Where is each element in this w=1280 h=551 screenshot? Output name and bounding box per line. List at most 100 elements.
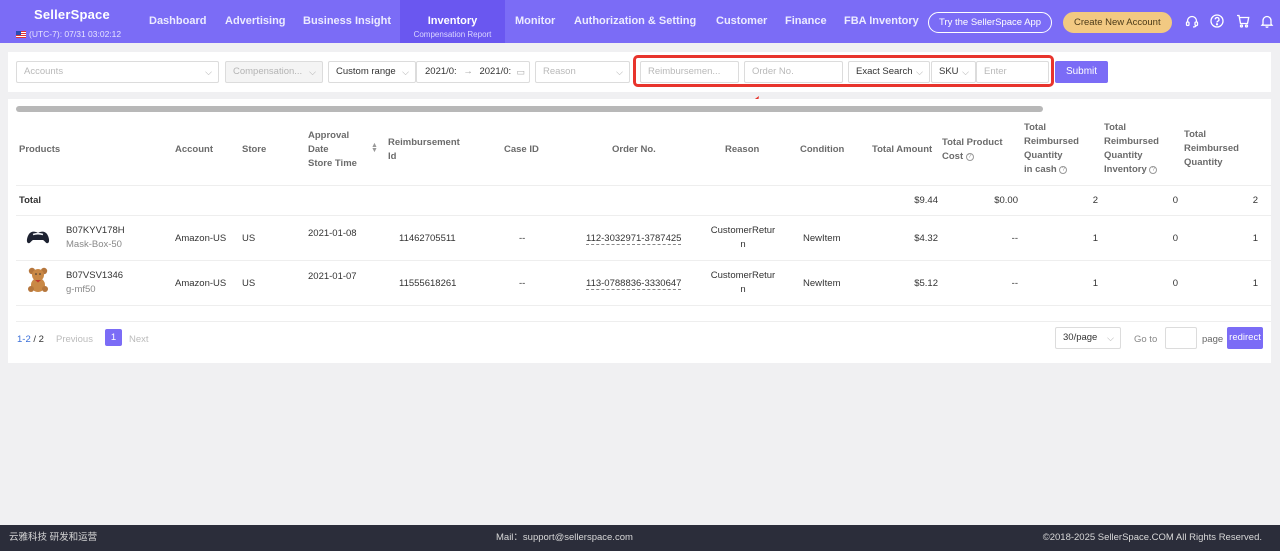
col-header-reimbursement-line1: Reimbursement bbox=[388, 137, 460, 148]
nav-dashboard[interactable]: Dashboard bbox=[149, 15, 206, 27]
page-1-button[interactable]: 1 bbox=[105, 329, 122, 346]
reason-select[interactable]: Reason ⌵ bbox=[535, 61, 630, 83]
divider bbox=[16, 321, 1271, 322]
col-header-qty-total-line1: Total bbox=[1184, 129, 1206, 140]
col-header-case-id: Case ID bbox=[504, 144, 539, 155]
col-header-reimbursement-id: Reimbursement Id bbox=[388, 136, 468, 164]
nav-fba-inventory[interactable]: FBA Inventory bbox=[844, 15, 919, 27]
col-header-qty-cash-line1: Total bbox=[1024, 122, 1046, 133]
row2-condition: NewItem bbox=[803, 278, 841, 289]
row1-order-no[interactable]: 112-3032971-3787425 bbox=[586, 232, 682, 246]
col-header-approval-date[interactable]: Approval Date Store Time bbox=[308, 129, 357, 171]
nav-inventory-label: Inventory bbox=[427, 15, 478, 27]
page-size-label: 30/page bbox=[1063, 332, 1098, 343]
next-page-button[interactable]: Next bbox=[129, 333, 149, 347]
product-image-teddy-bear[interactable] bbox=[24, 265, 52, 293]
row2-qty-cash: 1 bbox=[1092, 278, 1098, 289]
help-icon[interactable] bbox=[1210, 14, 1224, 28]
row2-asin[interactable]: B07VSV1346 bbox=[66, 269, 123, 283]
divider bbox=[16, 215, 1271, 216]
col-header-qty-cash-line3: Quantity bbox=[1024, 150, 1063, 161]
col-header-qty-total: Total Reimbursed Quantity bbox=[1184, 128, 1258, 170]
page-size-select[interactable]: 30/page ⌵ bbox=[1055, 327, 1121, 349]
compensation-select[interactable]: Compensation... ⌵ bbox=[225, 61, 323, 83]
sort-icon[interactable]: ▲ ▼ bbox=[371, 142, 378, 154]
bell-icon[interactable] bbox=[1260, 14, 1274, 28]
pagination-range: 1-2 bbox=[17, 334, 31, 345]
brand-logo[interactable]: SellerSpace bbox=[34, 7, 110, 22]
col-header-qty-inv-line2: Reimbursed bbox=[1104, 136, 1159, 147]
row2-qty-total: 1 bbox=[1252, 278, 1258, 289]
total-row-label: Total bbox=[19, 195, 41, 206]
date-range-label: Custom range bbox=[336, 66, 396, 77]
nav-inventory-sublabel: Compensation Report bbox=[413, 30, 492, 39]
chevron-down-icon: ⌵ bbox=[1107, 333, 1114, 343]
info-icon[interactable]: ? bbox=[1149, 166, 1158, 174]
col-header-total-product-cost: Total Product Cost ? bbox=[942, 136, 1018, 164]
row1-qty-cash: 1 bbox=[1092, 233, 1098, 244]
total-row-qty-total: 2 bbox=[1252, 195, 1258, 206]
row1-case-id: -- bbox=[519, 233, 526, 244]
footer-mail[interactable]: Mail：support@sellerspace.com bbox=[496, 525, 633, 551]
col-header-order-no: Order No. bbox=[612, 144, 656, 155]
date-separator: → bbox=[463, 66, 473, 77]
row2-reason-line2: n bbox=[740, 284, 746, 295]
row1-sku: Mask-Box-50 bbox=[66, 239, 122, 250]
nav-inventory[interactable]: Inventory Compensation Report bbox=[400, 0, 505, 43]
horizontal-scrollbar[interactable] bbox=[16, 106, 1043, 112]
col-header-approval-line2: Date bbox=[308, 144, 329, 155]
info-icon[interactable]: ? bbox=[965, 153, 974, 161]
calendar-icon: ▭ bbox=[516, 67, 525, 77]
col-header-account: Account bbox=[175, 144, 213, 155]
col-header-approval-line1: Approval bbox=[308, 130, 350, 141]
col-header-qty-inv-line1: Total bbox=[1104, 122, 1126, 133]
col-header-condition: Condition bbox=[800, 144, 845, 155]
try-app-button[interactable]: Try the SellerSpace App bbox=[928, 12, 1053, 33]
info-icon[interactable]: ? bbox=[1059, 166, 1068, 174]
headset-icon[interactable] bbox=[1185, 14, 1199, 28]
pagination-summary: 1-2 / 2 bbox=[17, 333, 44, 347]
reason-placeholder: Reason bbox=[543, 66, 576, 77]
previous-page-button[interactable]: Previous bbox=[56, 333, 93, 347]
submit-button[interactable]: Submit bbox=[1055, 61, 1108, 83]
row2-date: 2021-01-07 bbox=[308, 271, 357, 282]
col-header-store: Store bbox=[242, 144, 267, 155]
cart-icon[interactable] bbox=[1236, 14, 1250, 28]
row2-account: Amazon-US bbox=[175, 278, 227, 289]
row2-order-no[interactable]: 113-0788836-3330647 bbox=[586, 277, 682, 291]
nav-authorization-setting[interactable]: Authorization & Setting bbox=[574, 15, 696, 27]
pagination-total: 2 bbox=[38, 334, 44, 345]
date-range-picker[interactable]: 2021/0: → 2021/0: ▭ bbox=[416, 61, 530, 83]
row1-asin[interactable]: B07KYV178H bbox=[66, 224, 125, 238]
product-image-controller[interactable] bbox=[24, 223, 52, 251]
create-account-button[interactable]: Create New Account bbox=[1063, 12, 1172, 33]
row2-total-cost: -- bbox=[1011, 278, 1018, 289]
col-header-cost-line2: Cost bbox=[942, 151, 964, 162]
row1-condition: NewItem bbox=[803, 233, 841, 244]
nav-advertising[interactable]: Advertising bbox=[225, 15, 286, 27]
report-table-panel: Products Account Store Approval Date Sto… bbox=[8, 99, 1271, 363]
row2-qty-inventory: 0 bbox=[1172, 278, 1178, 289]
nav-customer[interactable]: Customer bbox=[716, 15, 767, 27]
footer-company: 云雅科技 研发和运营 bbox=[9, 532, 98, 543]
row1-qty-inventory: 0 bbox=[1172, 233, 1178, 244]
nav-monitor[interactable]: Monitor bbox=[515, 15, 555, 27]
nav-business-insight[interactable]: Business Insight bbox=[303, 15, 391, 27]
accounts-select[interactable]: Accounts ⌵ bbox=[16, 61, 219, 83]
row1-qty-total: 1 bbox=[1252, 233, 1258, 244]
row1-order-link[interactable]: 112-3032971-3787425 bbox=[586, 233, 682, 245]
col-header-qty-cash-line2: Reimbursed bbox=[1024, 136, 1079, 147]
date-range-select[interactable]: Custom range ⌵ bbox=[328, 61, 416, 83]
row1-store: US bbox=[242, 233, 256, 244]
accounts-placeholder: Accounts bbox=[24, 66, 64, 77]
col-header-reason: Reason bbox=[725, 144, 760, 155]
divider bbox=[16, 305, 1271, 306]
col-header-cost-line1: Total Product bbox=[942, 137, 1003, 148]
col-header-qty-cash: Total Reimbursed Quantity in cash ? bbox=[1024, 121, 1098, 177]
nav-finance[interactable]: Finance bbox=[785, 15, 827, 27]
goto-page-input[interactable] bbox=[1165, 327, 1197, 349]
redirect-button[interactable]: redirect bbox=[1227, 327, 1263, 349]
goto-label: Go to bbox=[1134, 334, 1158, 345]
col-header-total-amount: Total Amount bbox=[872, 144, 933, 155]
row2-order-link[interactable]: 113-0788836-3330647 bbox=[586, 278, 682, 290]
